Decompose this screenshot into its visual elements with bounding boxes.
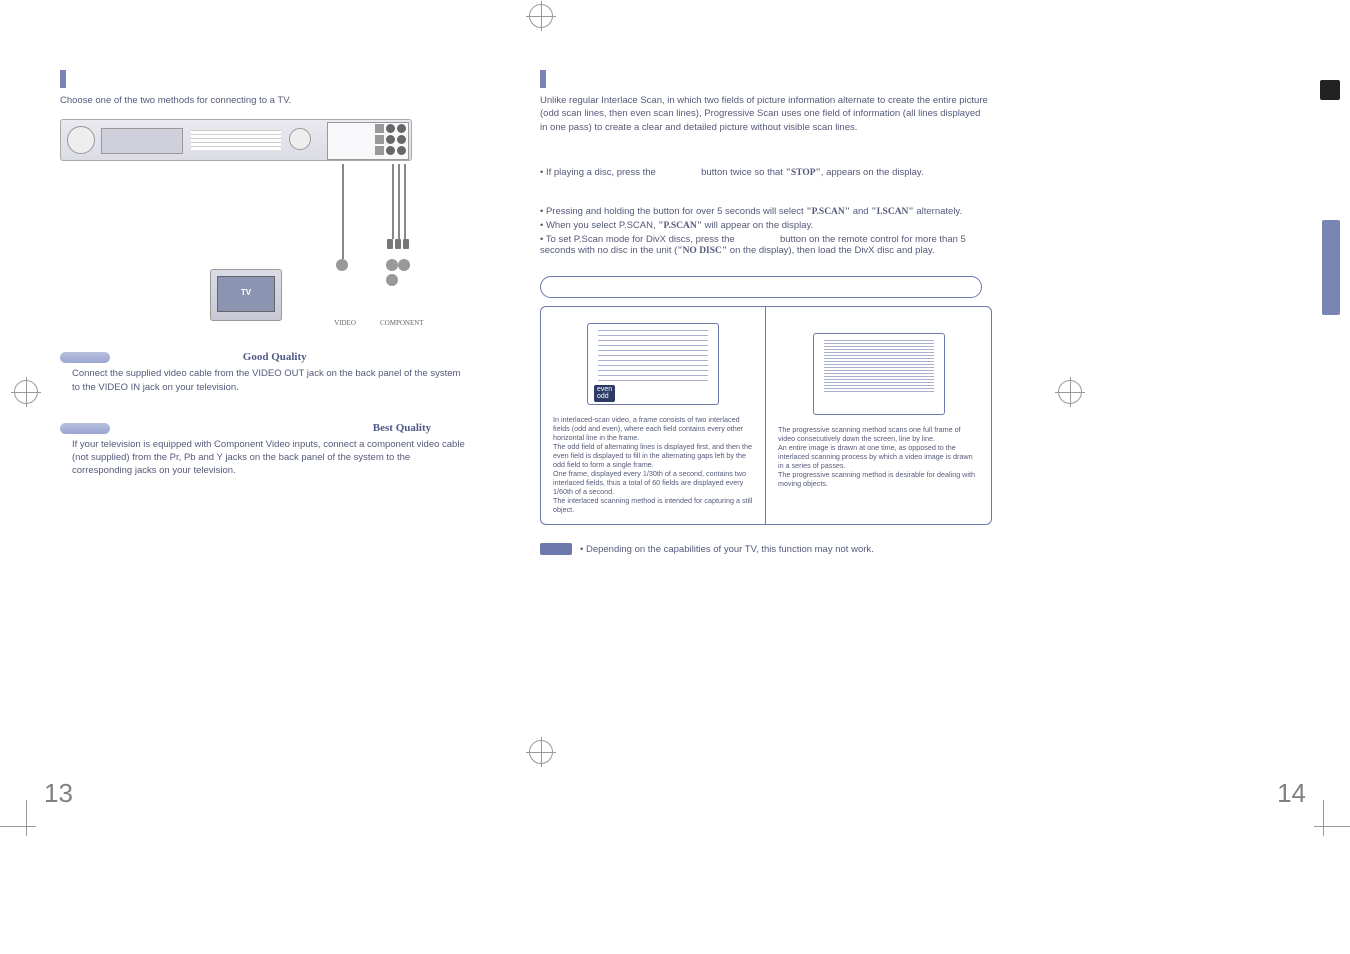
note-row: • Depending on the capabilities of your … [540, 541, 1020, 558]
b1-stop: "STOP" [786, 168, 821, 178]
method1-quality: Good Quality [243, 351, 307, 363]
rear-io-panel [327, 122, 409, 160]
b4-nodisc: "NO DISC" [677, 246, 727, 256]
note-icon [540, 543, 572, 555]
bullet-4: • To set P.Scan mode for DivX discs, pre… [540, 234, 1000, 256]
method2-header: Best Quality [60, 422, 480, 434]
registration-mark-top [529, 4, 553, 28]
interlaced-diagram: even odd [587, 323, 719, 405]
accent-bar [540, 70, 546, 88]
b3-pscan: "P.SCAN" [658, 221, 702, 231]
b2-end: alternately. [916, 206, 962, 217]
b2-pscan: "P.SCAN" [806, 207, 850, 217]
page-number-right: 14 [1277, 778, 1306, 809]
video-plugs [336, 259, 348, 274]
scan-comparison: even odd In interlaced-scan video, a fra… [540, 306, 992, 525]
video-port-label: VIDEO [325, 319, 365, 327]
b2: Pressing and holding the button for over… [546, 206, 804, 217]
crop-mark [0, 826, 36, 827]
cable-component-3 [404, 164, 406, 239]
registration-mark-bottom [529, 740, 553, 764]
crop-mark [1323, 800, 1324, 836]
bullet-3: • When you select P.SCAN, "P.SCAN" will … [540, 220, 1020, 231]
tv-illustration: TV [210, 269, 282, 321]
component-plugs-top [386, 239, 410, 252]
section-divider-rounded [540, 276, 982, 298]
progressive-diagram [813, 333, 945, 415]
method1-pill [60, 352, 110, 363]
crop-mark [26, 800, 27, 836]
b4a: To set P.Scan mode for DivX discs, press… [546, 234, 735, 245]
bullet-2: • Pressing and holding the button for ov… [540, 206, 1020, 217]
b1a: If playing a disc, press the [546, 167, 656, 178]
b3b: will appear on the display. [705, 220, 814, 231]
interlaced-text: In interlaced-scan video, a frame consis… [553, 415, 753, 514]
left-heading-accent [60, 70, 480, 88]
front-panel-icon [101, 128, 183, 154]
accent-bar [60, 70, 66, 88]
left-page: Choose one of the two methods for connec… [60, 70, 480, 478]
method2-pill [60, 423, 110, 434]
method1-header: Good Quality [60, 351, 480, 363]
registration-mark-left [14, 380, 38, 404]
tv-label: TV [211, 288, 281, 297]
bullet-1: • If playing a disc, press the button tw… [540, 167, 1020, 178]
cable-component-1 [392, 164, 394, 239]
side-block-icon [1320, 80, 1340, 100]
crop-mark [1314, 826, 1350, 827]
progressive-column: The progressive scanning method scans on… [766, 307, 991, 524]
note-text: Depending on the capabilities of your TV… [586, 544, 874, 555]
b1c: , appears on the display. [821, 167, 924, 178]
component-port-label: COMPONENT [380, 319, 420, 327]
side-tab-icon [1322, 220, 1340, 315]
method2-text: If your television is equipped with Comp… [72, 438, 472, 478]
cable-video [342, 164, 344, 259]
progressive-text: The progressive scanning method scans on… [778, 425, 979, 488]
vent-icon [191, 130, 281, 150]
left-intro: Choose one of the two methods for connec… [60, 94, 480, 107]
b1b: button twice so that [701, 167, 783, 178]
b3a: When you select P.SCAN, [546, 220, 656, 231]
b2-iscan: "I.SCAN" [871, 207, 914, 217]
interlaced-column: even odd In interlaced-scan video, a fra… [541, 307, 766, 524]
knob-icon [289, 128, 311, 150]
even-odd-label: even odd [594, 385, 615, 402]
registration-mark-right [1058, 380, 1082, 404]
connection-diagram: TV VIDEO COMPONENT [60, 119, 420, 329]
b4c: on the display), then load the DivX disc… [727, 245, 934, 256]
right-heading-accent [540, 70, 1020, 88]
disc-tray-icon [67, 126, 95, 154]
page-number-left: 13 [44, 778, 73, 809]
right-page: Unlike regular Interlace Scan, in which … [540, 70, 1020, 558]
and1: and [853, 206, 869, 217]
dvd-player-illustration [60, 119, 412, 161]
right-intro: Unlike regular Interlace Scan, in which … [540, 94, 990, 134]
method2-quality: Best Quality [373, 422, 431, 434]
cable-component-2 [398, 164, 400, 239]
method1-text: Connect the supplied video cable from th… [72, 367, 462, 394]
component-plugs-bottom [386, 259, 420, 289]
